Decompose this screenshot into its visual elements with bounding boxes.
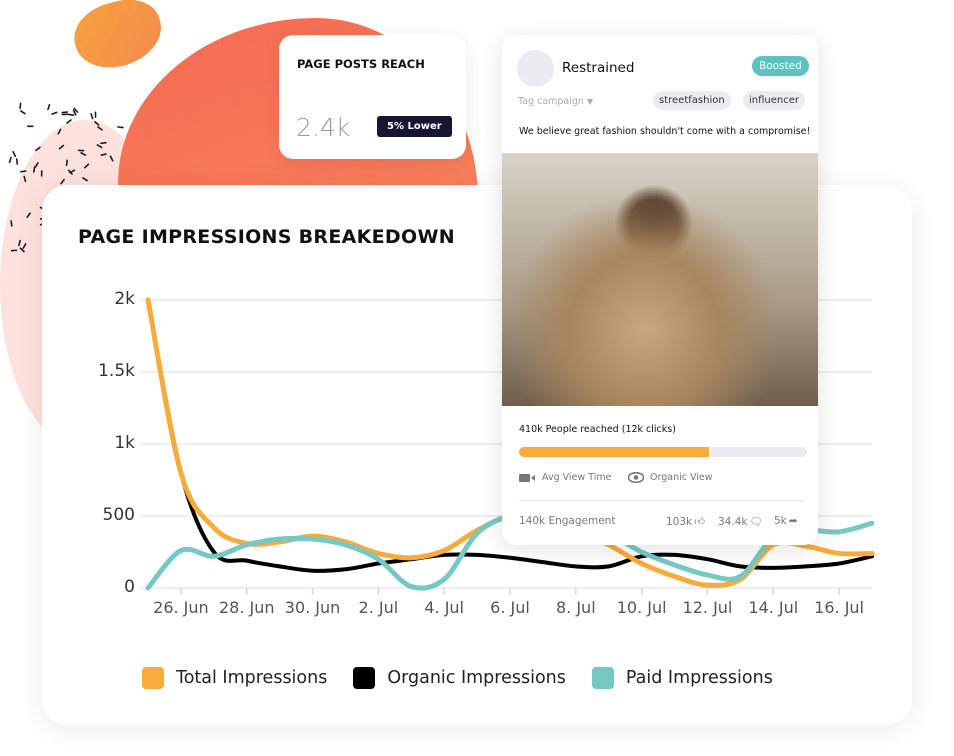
- post-card: Restrained Boosted Tag campaign ▼ street…: [502, 35, 818, 545]
- avg-view-time: Avg View Time: [519, 472, 611, 483]
- shares-count: 5k ➦: [774, 515, 798, 527]
- x-tick-label: 10. Jul: [616, 598, 667, 617]
- video-camera-icon: [519, 473, 535, 482]
- y-tick-label: 500: [102, 505, 135, 525]
- y-tick-label: 1.5k: [98, 361, 135, 381]
- reach-change-badge: 5% Lower: [377, 116, 452, 137]
- post-image: [502, 153, 818, 406]
- legend-swatch: [142, 667, 164, 689]
- legend-organic[interactable]: Organic Impressions: [353, 667, 566, 689]
- y-tick-label: 2k: [114, 289, 135, 309]
- x-tick-label: 28. Jun: [218, 598, 275, 617]
- reach-title: PAGE POSTS REACH: [297, 57, 425, 71]
- x-tick-label: 16. Jul: [814, 598, 864, 617]
- x-tick-label: 8. Jul: [555, 598, 596, 617]
- legend-total[interactable]: Total Impressions: [142, 667, 327, 689]
- people-reached: 410k People reached (12k clicks): [519, 424, 676, 435]
- reach-value: 2.4k: [296, 113, 351, 142]
- x-tick-label: 2. Jul: [358, 598, 399, 617]
- caret-down-icon: ▼: [586, 97, 594, 106]
- tag-campaign-dropdown[interactable]: Tag campaign ▼: [518, 96, 593, 107]
- reach-progress-bar: [519, 447, 807, 457]
- boosted-badge: Boosted: [752, 56, 809, 76]
- legend-swatch: [591, 667, 614, 689]
- chart-legend: Total Impressions Organic Impressions Pa…: [142, 667, 773, 689]
- avatar: [517, 50, 554, 87]
- x-tick-label: 30. Jun: [284, 598, 341, 617]
- tag-chip[interactable]: influencer: [743, 91, 806, 110]
- divider: [519, 500, 805, 501]
- x-tick-label: 14. Jul: [748, 598, 799, 617]
- legend-swatch: [353, 667, 376, 689]
- y-tick-label: 1k: [114, 433, 135, 453]
- organic-view: Organic View: [628, 472, 713, 483]
- reach-progress-fill: [519, 447, 710, 457]
- post-author: Restrained: [562, 60, 635, 76]
- post-caption: We believe great fashion shouldn't come …: [519, 126, 811, 137]
- y-tick-label: 0: [124, 577, 135, 597]
- x-tick-label: 26. Jun: [153, 598, 209, 617]
- likes-count: 103k 👍︎: [666, 515, 706, 529]
- comment-icon: 🗨︎: [749, 516, 763, 528]
- comments-count: 34.4k 🗨︎: [718, 515, 763, 529]
- page-posts-reach-card: PAGE POSTS REACH 2.4k 5% Lower: [279, 35, 466, 159]
- thumbs-up-icon: 👍︎: [694, 516, 706, 528]
- engagement: 140k Engagement: [519, 515, 616, 527]
- eye-icon: [628, 472, 644, 483]
- tag-chip[interactable]: streetfashion: [653, 91, 731, 110]
- share-icon: ➦: [788, 515, 798, 527]
- x-tick-label: 6. Jul: [490, 598, 530, 617]
- legend-paid[interactable]: Paid Impressions: [591, 667, 773, 689]
- x-tick-label: 4. Jul: [424, 598, 464, 617]
- x-tick-label: 12. Jul: [682, 598, 733, 617]
